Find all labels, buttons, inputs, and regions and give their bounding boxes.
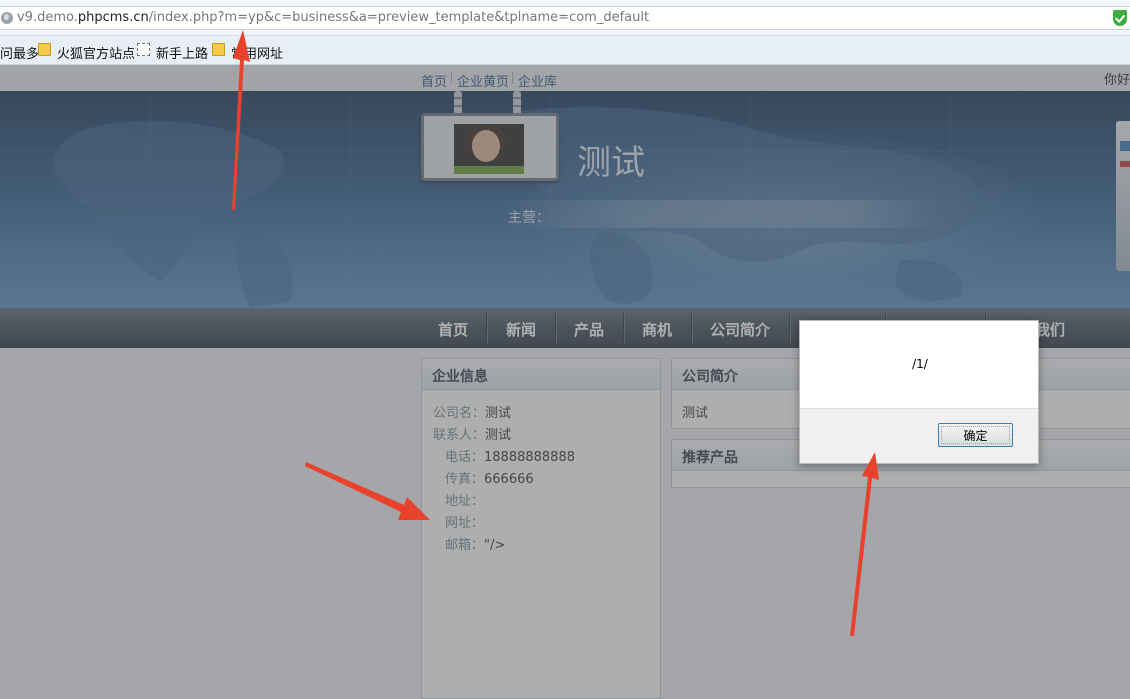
bookmark-common-sites[interactable]: 常用网址 xyxy=(231,43,283,62)
alert-dialog: /1/ 确定 xyxy=(799,320,1039,464)
security-shield-icon[interactable] xyxy=(1113,10,1127,26)
address-bar: v9.demo.phpcms.cn/index.php?m=yp&c=busin… xyxy=(0,0,1130,36)
folder-icon xyxy=(38,43,51,56)
url-input[interactable]: v9.demo.phpcms.cn/index.php?m=yp&c=busin… xyxy=(0,6,1130,30)
bookmark-page-icon xyxy=(137,43,150,56)
url-text: v9.demo.phpcms.cn/index.php?m=yp&c=busin… xyxy=(17,10,650,25)
bookmark-most-visited[interactable]: 问最多 xyxy=(0,43,39,62)
folder-icon xyxy=(212,43,225,56)
alert-ok-button[interactable]: 确定 xyxy=(938,423,1013,447)
bookmarks-toolbar: 问最多 火狐官方站点 新手上路 常用网址 xyxy=(0,36,1130,65)
globe-icon xyxy=(1,12,13,24)
alert-message: /1/ xyxy=(912,357,928,371)
bookmark-firefox-official[interactable]: 火狐官方站点 xyxy=(57,43,135,62)
bookmark-getting-started[interactable]: 新手上路 xyxy=(156,43,208,62)
alert-footer: 确定 xyxy=(800,408,1038,463)
